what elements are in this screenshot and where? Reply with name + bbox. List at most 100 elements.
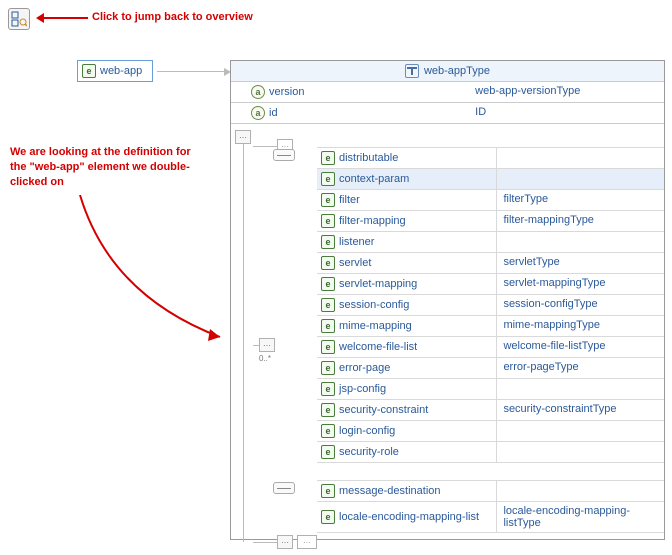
element-type: servlet-mappingType	[497, 274, 664, 294]
element-icon: e	[321, 214, 335, 228]
choice-container-icon[interactable]: ⋯	[259, 338, 275, 352]
element-group: e message-destination e locale-encoding-map…	[275, 479, 664, 533]
attribute-icon: a	[251, 85, 265, 99]
element-icon: e	[321, 151, 335, 165]
element-icon: e	[321, 424, 335, 438]
element-type: session-configType	[497, 295, 664, 315]
element-type	[497, 421, 664, 441]
element-name: filter	[339, 194, 360, 206]
element-icon: e	[321, 172, 335, 186]
element-name: filter-mapping	[339, 215, 406, 227]
element-type	[497, 442, 664, 462]
attribute-type: web-app-versionType	[469, 82, 664, 102]
element-row[interactable]: e session-config session-configType	[317, 295, 664, 316]
annotation-container-icon[interactable]: ⋯	[235, 130, 251, 144]
element-name: servlet-mapping	[339, 278, 417, 290]
sequence-compositor[interactable]	[273, 149, 295, 161]
element-row[interactable]: e jsp-config	[317, 379, 664, 400]
element-name: distributable	[339, 152, 398, 164]
element-row[interactable]: e distributable	[317, 147, 664, 169]
element-group: edistributableecontext-paramefilterfilte…	[275, 146, 664, 463]
type-icon	[405, 64, 419, 78]
sequence-icon[interactable]: ···	[297, 535, 317, 549]
element-row[interactable]: efilterfilterType	[317, 190, 664, 211]
element-type: mime-mappingType	[497, 316, 664, 336]
element-type: welcome-file-listType	[497, 337, 664, 357]
annotation-arrow-left	[50, 195, 230, 345]
sequence-icon	[273, 482, 295, 494]
overview-button[interactable]	[8, 8, 30, 30]
element-name: session-config	[339, 299, 409, 311]
element-name: welcome-file-list	[339, 341, 417, 353]
tree-gutter: ⋯ ··· ⋯ 0..* ⋯ ···	[235, 130, 253, 533]
element-icon: e	[321, 484, 335, 498]
element-type: error-pageType	[497, 358, 664, 378]
element-name: servlet	[339, 257, 371, 269]
element-icon: e	[321, 403, 335, 417]
overview-icon	[11, 11, 27, 27]
annotation-arrow-top	[36, 17, 88, 19]
cardinality-label: 0..*	[259, 354, 271, 363]
element-name: mime-mapping	[339, 320, 412, 332]
element-type	[497, 148, 664, 168]
attribute-icon: a	[251, 106, 265, 120]
element-type: security-constraintType	[497, 400, 664, 420]
element-icon: e	[321, 361, 335, 375]
element-icon: e	[321, 298, 335, 312]
attribute-row[interactable]: a version web-app-versionType	[231, 82, 664, 103]
element-type	[497, 379, 664, 399]
element-row[interactable]: e welcome-file-list welcome-file-listType	[317, 337, 664, 358]
element-row[interactable]: e locale-encoding-mapping-list locale-enco…	[317, 502, 664, 533]
element-name: locale-encoding-mapping-list	[339, 511, 479, 523]
element-row[interactable]: e mime-mapping mime-mappingType	[317, 316, 664, 337]
element-name: message-destination	[339, 485, 441, 497]
element-name: jsp-config	[339, 383, 386, 395]
element-row[interactable]: e context-param	[317, 169, 664, 190]
type-definition-panel: web-appType aversionweb-app-versionTypea…	[230, 60, 665, 540]
attribute-row[interactable]: aid ID	[231, 103, 664, 124]
annotation-container-icon[interactable]: ⋯	[277, 535, 293, 549]
element-icon: e	[321, 340, 335, 354]
element-row[interactable]: e filter-mapping filter-mappingType	[317, 211, 664, 232]
element-row[interactable]: elogin-config	[317, 421, 664, 442]
element-type: locale-encoding-mapping-listType	[497, 502, 664, 532]
element-name: listener	[339, 236, 374, 248]
element-row[interactable]: e security-role	[317, 442, 664, 463]
sequence-icon	[273, 149, 295, 161]
element-type	[497, 169, 664, 189]
element-icon: e	[321, 193, 335, 207]
type-header-row[interactable]: web-appType	[231, 61, 664, 82]
root-element-box[interactable]: e web-app	[77, 60, 153, 82]
element-name: security-role	[339, 446, 399, 458]
element-icon: e	[321, 319, 335, 333]
attribute-name: version	[269, 86, 304, 98]
element-icon: e	[321, 256, 335, 270]
element-name: context-param	[339, 173, 409, 185]
root-element-label: web-app	[100, 65, 142, 77]
element-row[interactable]: e message-destination	[317, 480, 664, 502]
attribute-type: ID	[469, 103, 664, 123]
element-row[interactable]: e listener	[317, 232, 664, 253]
element-icon: e	[321, 445, 335, 459]
element-type	[497, 232, 664, 252]
element-row[interactable]: e error-page error-pageType	[317, 358, 664, 379]
element-type	[497, 481, 664, 501]
element-icon: e	[321, 382, 335, 396]
sequence-compositor[interactable]	[273, 482, 295, 494]
element-row[interactable]: e servlet servletType	[317, 253, 664, 274]
type-header-label: web-appType	[424, 65, 490, 77]
element-icon: e	[321, 235, 335, 249]
element-name: error-page	[339, 362, 390, 374]
element-type: filter-mappingType	[497, 211, 664, 231]
element-name: security-constraint	[339, 404, 428, 416]
element-icon: e	[321, 277, 335, 291]
element-type: servletType	[497, 253, 664, 273]
attribute-name: id	[269, 107, 278, 119]
annotation-top: Click to jump back to overview	[92, 11, 253, 23]
annotation-left: We are looking at the definition for the…	[10, 145, 200, 190]
connector-arrow	[157, 71, 230, 73]
element-row[interactable]: e servlet-mapping servlet-mappingType	[317, 274, 664, 295]
element-icon: e	[82, 64, 96, 78]
element-icon: e	[321, 510, 335, 524]
element-row[interactable]: e security-constraint security-constraintT…	[317, 400, 664, 421]
